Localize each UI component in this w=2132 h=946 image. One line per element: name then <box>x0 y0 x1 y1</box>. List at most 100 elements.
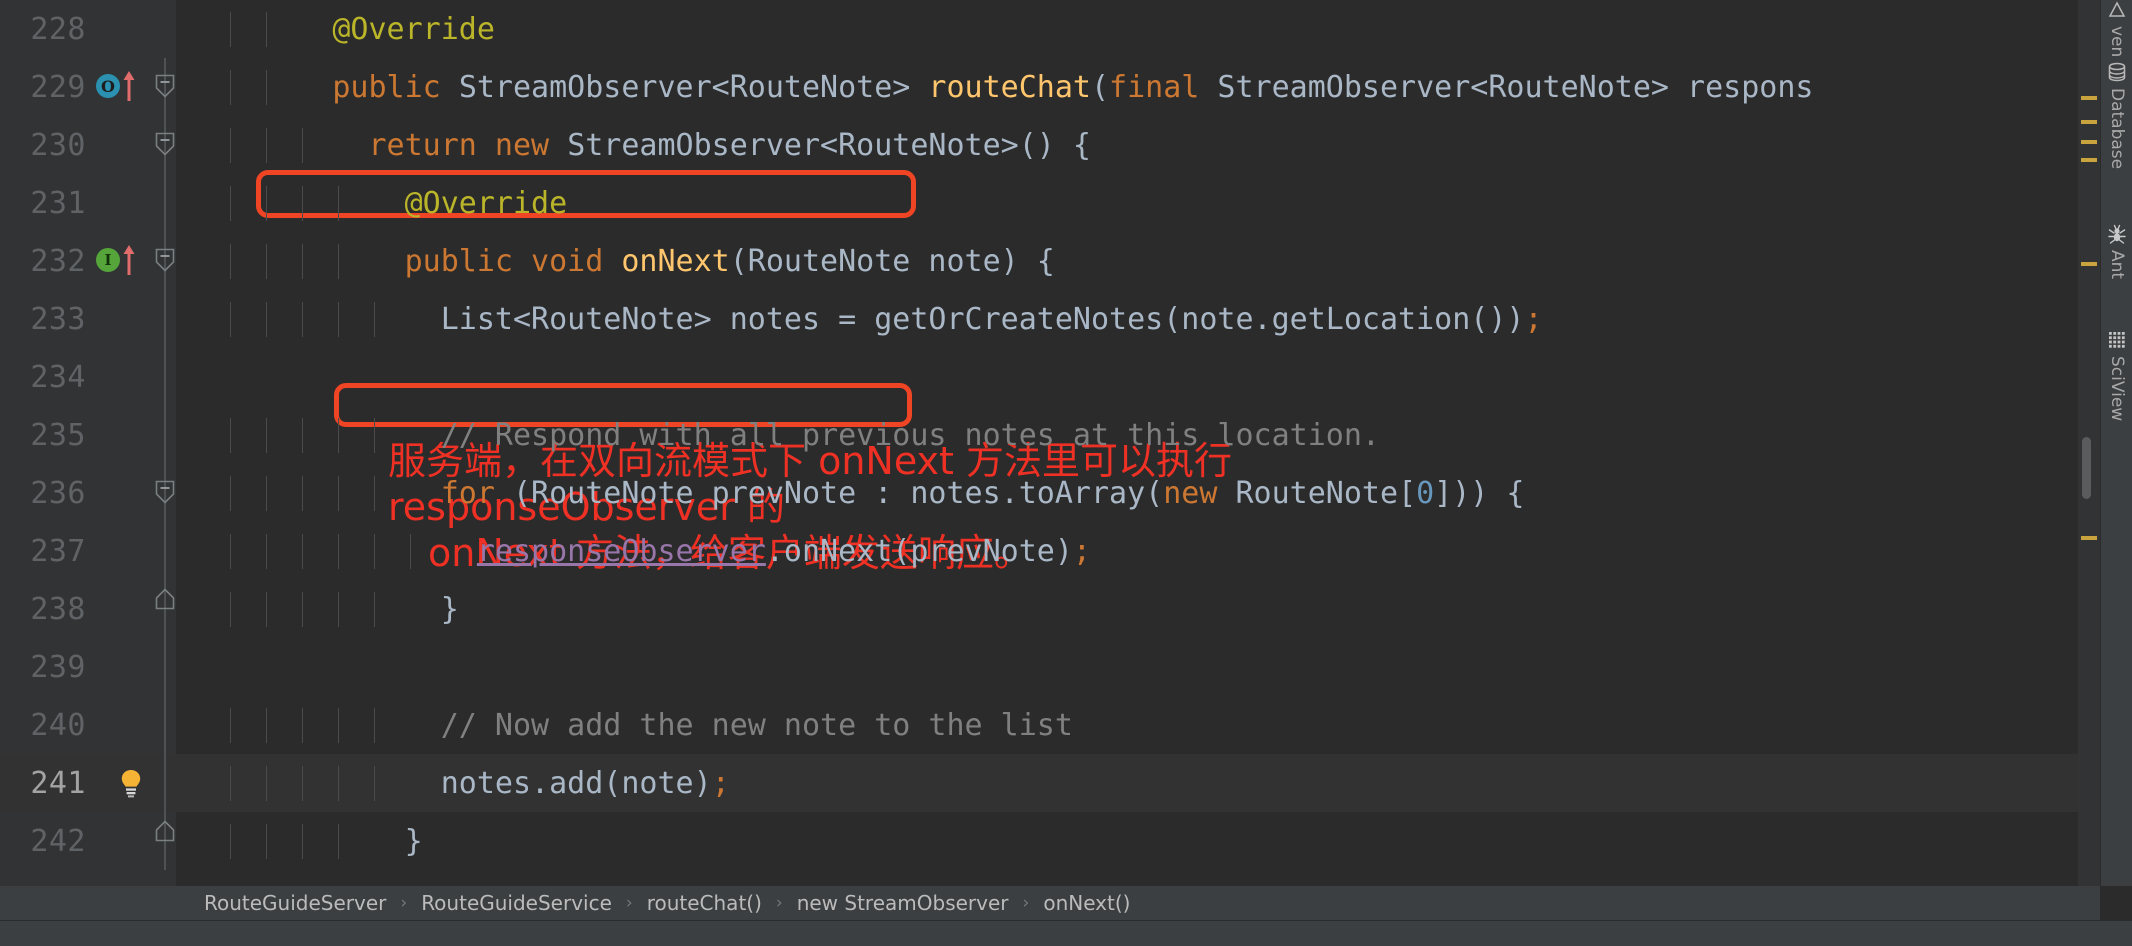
error-stripe-mark[interactable] <box>2081 96 2097 100</box>
editor-scrollbar-thumb[interactable] <box>2082 437 2091 499</box>
breadcrumb-item-0[interactable]: RouteGuideServer <box>200 891 390 915</box>
tool-window-ven[interactable]: ven <box>2101 0 2132 57</box>
fold-gutter-235[interactable] <box>142 406 190 464</box>
gutter-marker-241[interactable] <box>92 754 142 812</box>
breadcrumb[interactable]: RouteGuideServer › RouteGuideService › route… <box>0 886 2100 920</box>
indent-guide <box>266 417 267 453</box>
database-icon <box>2107 62 2127 82</box>
code-token: .onNext(prevNote) <box>765 533 1073 569</box>
code-text-238[interactable]: } <box>224 591 2078 627</box>
fold-gutter-229[interactable] <box>142 58 190 116</box>
fold-gutter-234[interactable] <box>142 348 190 406</box>
code-line-228[interactable]: 228 @Override <box>0 0 2078 58</box>
indent-guide <box>230 301 231 337</box>
breadcrumb-item-3[interactable]: new StreamObserver <box>793 891 1013 915</box>
fold-gutter-242[interactable] <box>142 812 190 870</box>
code-text-236[interactable]: for (RouteNote prevNote : notes.toArray(… <box>224 475 2078 511</box>
code-line-234[interactable]: 234 <box>0 348 2078 406</box>
tool-window-database[interactable]: Database <box>2101 62 2132 169</box>
code-line-229[interactable]: 229 O public StreamObserver<RouteNote> ro… <box>0 58 2078 116</box>
override-method-icon[interactable]: O <box>96 74 120 98</box>
fold-gutter-240[interactable] <box>142 696 190 754</box>
indent-guide <box>230 243 231 279</box>
code-text-231[interactable]: @Override <box>224 185 2078 221</box>
code-token: ( <box>1090 69 1110 105</box>
code-line-230[interactable]: 230 return new StreamObserver<RouteNote>… <box>0 116 2078 174</box>
gutter-marker-232[interactable]: I <box>92 232 142 290</box>
code-token: StreamObserver<RouteNote>() { <box>567 127 1091 163</box>
code-line-240[interactable]: 240 // Now add the new note to the list <box>0 696 2078 754</box>
fold-gutter-238[interactable] <box>142 580 190 638</box>
indent-guide <box>302 707 303 743</box>
code-token: StreamObserver<RouteNote> respons <box>1217 69 1814 105</box>
indent-guide <box>338 301 339 337</box>
error-stripe-mark[interactable] <box>2081 120 2097 124</box>
implements-method-icon[interactable]: I <box>96 248 120 272</box>
code-line-231[interactable]: 231 @Override <box>0 174 2078 232</box>
indent-guide <box>266 11 267 47</box>
indent-guide <box>230 417 231 453</box>
collapse-fold-icon[interactable] <box>155 480 175 504</box>
code-text-241[interactable]: notes.add(note); <box>224 765 2078 801</box>
code-line-241[interactable]: 241 notes.add(note); <box>0 754 2078 812</box>
code-text-230[interactable]: return new StreamObserver<RouteNote>() { <box>224 127 2078 163</box>
indent-guide <box>266 243 267 279</box>
code-line-239[interactable]: 239 <box>0 638 2078 696</box>
fold-region-end-icon[interactable] <box>155 820 175 842</box>
error-stripe-mark[interactable] <box>2081 158 2097 162</box>
intention-bulb-icon[interactable] <box>118 768 144 798</box>
code-line-242[interactable]: 242 } <box>0 812 2078 870</box>
code-text-229[interactable]: public StreamObserver<RouteNote> routeCh… <box>224 69 2078 105</box>
fold-gutter-236[interactable] <box>142 464 190 522</box>
breadcrumb-item-2[interactable]: routeChat() <box>643 891 766 915</box>
indent-guide <box>266 185 267 221</box>
code-token: 0 <box>1416 475 1435 511</box>
code-token: (RouteNote note) { <box>729 243 1055 279</box>
collapse-fold-icon[interactable] <box>155 74 175 98</box>
error-stripe-mark[interactable] <box>2081 262 2097 266</box>
indent-guide <box>302 591 303 627</box>
breadcrumb-item-1[interactable]: RouteGuideService <box>417 891 616 915</box>
fold-gutter-237[interactable] <box>142 522 190 580</box>
line-number-239: 239 <box>30 649 86 685</box>
code-token: public void <box>404 243 622 279</box>
code-line-238[interactable]: 238 } <box>0 580 2078 638</box>
fold-gutter-233[interactable] <box>142 290 190 348</box>
error-stripe[interactable] <box>2078 0 2100 886</box>
line-number-230: 230 <box>30 127 86 163</box>
code-line-235[interactable]: 235 // Respond with all previous notes a… <box>0 406 2078 464</box>
code-line-232[interactable]: 232 I public void onNext(RouteNote note) … <box>0 232 2078 290</box>
fold-region-line <box>164 348 166 406</box>
tool-window-ant[interactable]: Ant <box>2101 224 2132 279</box>
code-text-228[interactable]: @Override <box>224 11 2078 47</box>
tool-window-sciview[interactable]: SciView <box>2101 330 2132 421</box>
fold-gutter-230[interactable] <box>142 116 190 174</box>
fold-gutter-231[interactable] <box>142 174 190 232</box>
code-text-237[interactable]: responseObserver.onNext(prevNote); <box>224 533 2078 569</box>
code-text-240[interactable]: // Now add the new note to the list <box>224 707 2078 743</box>
gutter-marker-229[interactable]: O <box>92 58 142 116</box>
collapse-fold-icon[interactable] <box>155 132 175 156</box>
collapse-fold-icon[interactable] <box>155 248 175 272</box>
fold-region-end-icon[interactable] <box>155 588 175 610</box>
breadcrumb-item-4[interactable]: onNext() <box>1039 891 1134 915</box>
code-line-237[interactable]: 237 responseObserver.onNext(prevNote); <box>0 522 2078 580</box>
code-text-233[interactable]: List<RouteNote> notes = getOrCreateNotes… <box>224 301 2078 337</box>
error-stripe-mark[interactable] <box>2081 140 2097 144</box>
fold-gutter-239[interactable] <box>142 638 190 696</box>
code-token: ; <box>1072 533 1091 569</box>
code-editor[interactable]: 228 @Override 229 O public StreamObserver<… <box>0 0 2078 886</box>
indent-guide <box>338 765 339 801</box>
code-text-232[interactable]: public void onNext(RouteNote note) { <box>224 243 2078 279</box>
fold-gutter-232[interactable] <box>142 232 190 290</box>
gutter-marker-228 <box>92 0 142 58</box>
code-text-235[interactable]: // Respond with all previous notes at th… <box>224 417 2078 453</box>
code-text-242[interactable]: } <box>224 823 2078 859</box>
code-line-233[interactable]: 233 List<RouteNote> notes = getOrCreateN… <box>0 290 2078 348</box>
code-token: new <box>1163 475 1236 511</box>
error-stripe-mark[interactable] <box>2081 536 2097 540</box>
code-line-236[interactable]: 236 for (RouteNote prevNote : notes.toAr… <box>0 464 2078 522</box>
right-tool-window-bar[interactable]: ven Database Ant SciView <box>2100 0 2132 886</box>
fold-gutter-241[interactable] <box>142 754 190 812</box>
